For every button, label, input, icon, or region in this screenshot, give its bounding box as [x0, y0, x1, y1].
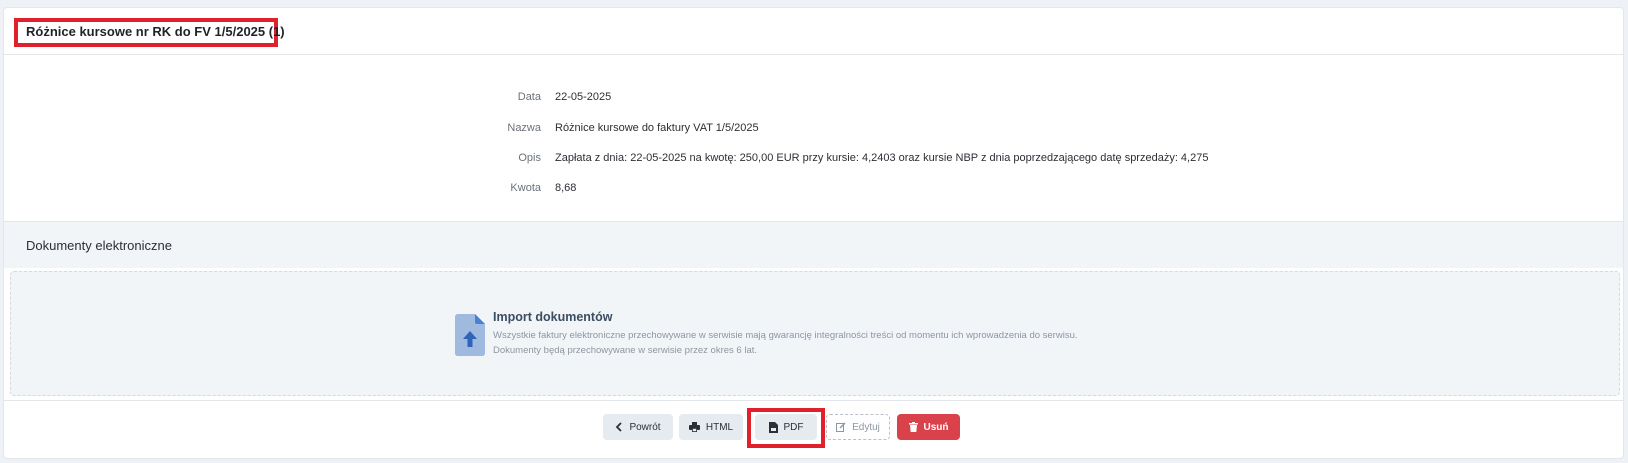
detail-label: Data: [517, 91, 541, 103]
import-title: Import dokumentów: [493, 310, 613, 324]
html-button[interactable]: HTML: [679, 414, 743, 440]
document-card: Różnice kursowe nr RK do FV 1/5/2025 (1)…: [3, 7, 1624, 459]
trash-icon: [908, 422, 918, 432]
delete-button[interactable]: Usuń: [897, 414, 960, 440]
detail-label: Nazwa: [507, 122, 541, 134]
documents-section-header: Dokumenty elektroniczne: [4, 221, 1623, 268]
back-button-label: Powrót: [629, 421, 661, 433]
delete-button-label: Usuń: [923, 421, 949, 433]
edit-button[interactable]: Edytuj: [826, 414, 890, 440]
edit-button-label: Edytuj: [852, 421, 880, 433]
detail-row-nazwa: Nazwa Różnice kursowe do faktury VAT 1/5…: [4, 122, 1623, 142]
details-section: Data 22-05-2025 Nazwa Różnice kursowe do…: [4, 56, 1623, 220]
import-description: Wszystkie faktury elektroniczne przechow…: [493, 330, 1078, 341]
back-button[interactable]: Powrót: [603, 414, 673, 440]
detail-label: Kwota: [510, 182, 541, 194]
edit-icon: [836, 422, 846, 432]
page-title: Różnice kursowe nr RK do FV 1/5/2025 (1): [26, 24, 285, 39]
card-header: Różnice kursowe nr RK do FV 1/5/2025 (1): [4, 8, 1623, 55]
detail-value: 22-05-2025: [555, 91, 612, 103]
html-button-label: HTML: [705, 421, 734, 433]
documents-section-title: Dokumenty elektroniczne: [26, 238, 172, 253]
detail-label: Opis: [518, 152, 541, 164]
printer-icon: [688, 422, 700, 432]
import-retention-note: Dokumenty będą przechowywane w serwisie …: [493, 345, 758, 356]
detail-row-kwota: Kwota 8,68: [4, 182, 1623, 202]
action-bar: Powrót HTML PDF Edytuj Usuń: [4, 400, 1623, 460]
pdf-button-highlight: [747, 408, 825, 448]
file-upload-icon: [455, 314, 485, 356]
detail-value: Zapłata z dnia: 22-05-2025 na kwotę: 250…: [555, 152, 1209, 164]
detail-value: Różnice kursowe do faktury VAT 1/5/2025: [555, 122, 759, 134]
detail-row-opis: Opis Zapłata z dnia: 22-05-2025 na kwotę…: [4, 152, 1623, 172]
detail-value: 8,68: [555, 182, 577, 194]
document-import-dropzone[interactable]: Import dokumentów Wszystkie faktury elek…: [10, 271, 1620, 396]
detail-row-data: Data 22-05-2025: [4, 91, 1623, 111]
chevron-left-icon: [615, 422, 623, 432]
